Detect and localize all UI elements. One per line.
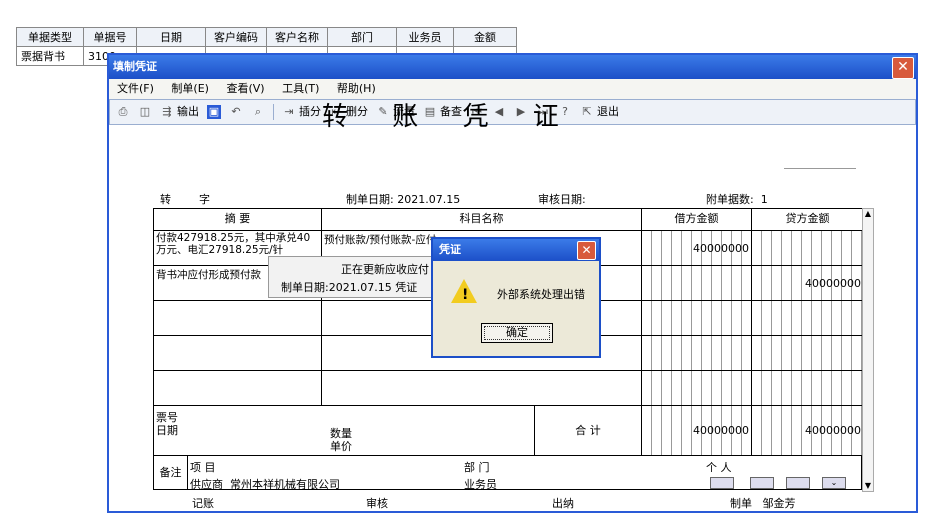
voucher-type-suffix: 字 [198,193,210,206]
output-button[interactable]: ⇶ 输出 [160,100,199,124]
undo-icon[interactable]: ↶ [229,105,243,119]
date2-label: 日期 [156,424,178,437]
exit-icon: ⇱ [582,105,592,118]
footer-maker-name: 邹金芳 [762,497,796,510]
error-dialog: 凭证 ✕ ! 外部系统处理出错 确定 [431,237,601,358]
list-icon[interactable] [750,477,774,489]
remark-label: 备注 [154,456,188,490]
footer-cashier: 出纳 [552,497,574,510]
output-icon: ⇶ [162,105,172,118]
row2-debit[interactable] [642,266,752,301]
card-icon[interactable] [710,477,734,489]
voucher-title: 转 账 凭 证 [322,102,577,132]
col-header[interactable]: 客户编码 [205,27,267,47]
insert-button[interactable]: ⇥ 插分 [282,100,321,124]
vertical-scrollbar[interactable]: ▲ ▼ [862,208,874,492]
insert-label: 插分 [299,105,321,118]
footer-audit: 审核 [366,497,388,510]
supplier-label: 供应商 [190,478,223,491]
dialog-message: 外部系统处理出错 [497,288,585,301]
col-header[interactable]: 金额 [453,27,517,47]
close-icon[interactable]: ✕ [892,57,914,79]
progress-date-label: 制单日期: [281,281,329,294]
ok-label: 确定 [506,326,528,339]
col-summary: 摘 要 [154,209,322,231]
footer-maker-label: 制单 [730,497,752,510]
total-credit: 40000000 [752,406,863,456]
col-header[interactable]: 单据号 [83,27,137,47]
price-label: 单价 [330,440,352,453]
row2-credit[interactable]: 40000000 [752,266,863,301]
close-icon[interactable]: ✕ [577,241,596,260]
attach-label: 附单据数: [706,193,754,206]
menu-help[interactable]: 帮助(H) [337,82,376,95]
insert-icon: ⇥ [284,105,294,118]
voucher-type[interactable]: 转 [160,193,171,206]
exit-label: 退出 [597,105,619,118]
print-icon[interactable]: ⎙ [116,105,130,119]
exit-button[interactable]: ⇱ 退出 [580,100,619,124]
scroll-down-icon[interactable]: ▼ [863,481,873,491]
col-subject: 科目名称 [322,209,642,231]
col-header[interactable]: 业务员 [396,27,454,47]
audit-date-label: 审核日期: [538,193,586,206]
row1-credit[interactable] [752,231,863,266]
date-label: 制单日期: [346,193,394,206]
col-header[interactable]: 部门 [327,27,397,47]
col-header[interactable]: 日期 [136,27,206,47]
window-titlebar[interactable]: 填制凭证 ✕ [109,55,916,79]
row5-summary[interactable] [154,371,322,406]
project-label: 项 目 [190,461,216,474]
voucher-date[interactable]: 2021.07.15 [397,193,460,206]
footer-bookkeep: 记账 [192,497,214,510]
menu-tools[interactable]: 工具(T) [282,82,319,95]
find-icon[interactable]: ⌕ [251,105,265,119]
row4-summary[interactable] [154,336,322,371]
preview-icon[interactable]: ◫ [138,105,152,119]
total-label: 合 计 [534,406,642,456]
output-label: 输出 [177,105,199,118]
menu-view[interactable]: 查看(V) [226,82,264,95]
col-header[interactable]: 客户名称 [266,27,328,47]
dialog-titlebar[interactable]: 凭证 ✕ [433,239,599,261]
chart-icon[interactable] [786,477,810,489]
menu-file[interactable]: 文件(F) [117,82,154,95]
progress-suffix: 凭证 [395,281,418,294]
progress-date: 2021.07.15 [328,281,392,294]
window-title: 填制凭证 [113,60,157,73]
col-debit: 借方金额 [642,209,752,231]
row1-debit[interactable]: 40000000 [642,231,752,266]
total-debit: 40000000 [642,406,752,456]
expand-icon[interactable]: ⌄ [822,477,846,489]
progress-message: 正在更新应收应付 [341,263,429,276]
save-icon[interactable]: ▣ [207,105,221,119]
dialog-title: 凭证 [439,243,461,256]
row5-subject[interactable] [322,371,642,406]
menu-voucher[interactable]: 制单(E) [171,82,209,95]
person-label: 个 人 [706,461,732,474]
background-list-header: 单据类型 单据号 日期 客户编码 客户名称 部门 业务员 金额 [16,27,517,47]
col-credit: 贷方金额 [752,209,863,231]
supplier-name[interactable]: 常州本祥机械有限公司 [230,478,340,491]
dept-label: 部 门 [464,461,490,474]
scroll-up-icon[interactable]: ▲ [863,209,873,219]
ok-button[interactable]: 确定 [481,323,553,343]
row3-summary[interactable] [154,301,322,336]
sales-label: 业务员 [464,478,497,491]
cell-type: 票据背书 [16,46,84,66]
attach-count[interactable]: 1 [761,193,768,206]
col-header[interactable]: 单据类型 [16,27,84,47]
